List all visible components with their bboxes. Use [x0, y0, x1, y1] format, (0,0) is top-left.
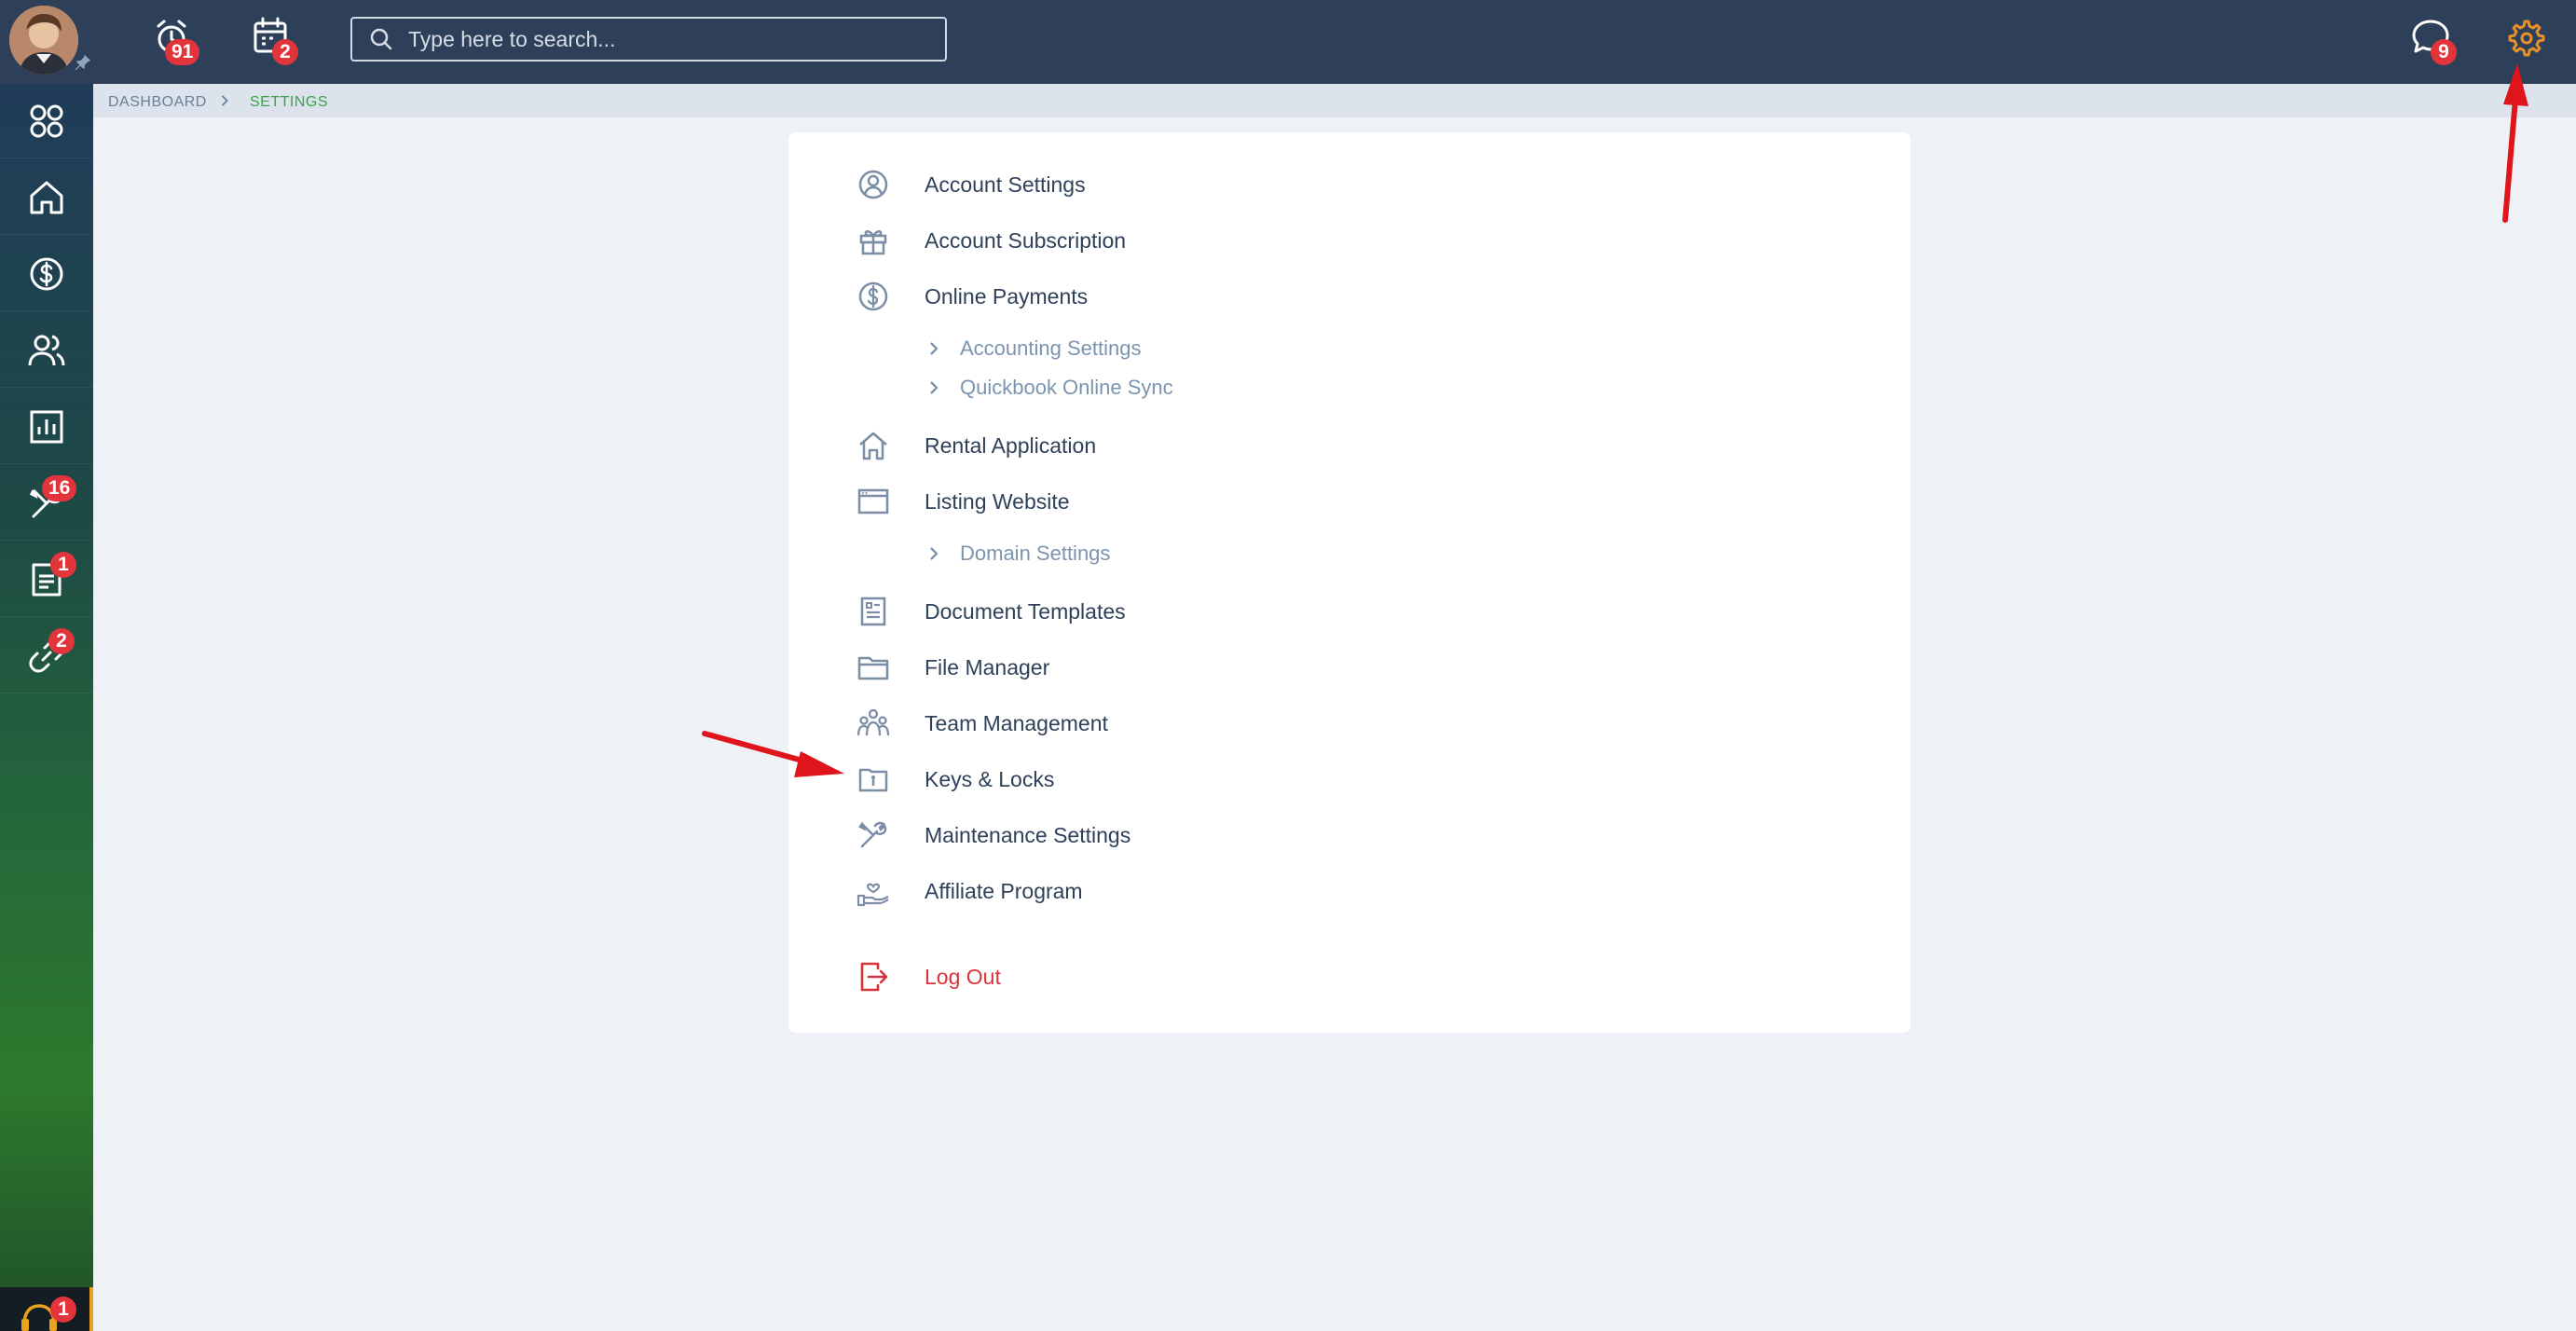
- sidebar-item-documents[interactable]: [0, 542, 93, 617]
- submenu-label: Accounting Settings: [960, 336, 1142, 360]
- sidebar: 16 1 2: [0, 84, 93, 1331]
- menu-label: Log Out: [925, 964, 1001, 989]
- user-circle-icon: [856, 167, 891, 202]
- menu-label: Affiliate Program: [925, 878, 1083, 903]
- reminders-badge: 91: [165, 39, 200, 65]
- menu-account-subscription[interactable]: Account Subscription: [788, 218, 1254, 263]
- home-icon: [856, 428, 891, 463]
- top-bar: 91 2 9: [0, 0, 2576, 84]
- home-icon: [30, 181, 63, 213]
- support-badge: 1: [50, 1297, 76, 1323]
- document-template-icon: [856, 594, 891, 629]
- tools-icon: [856, 817, 891, 853]
- breadcrumb: DASHBOARD SETTINGS: [93, 84, 2576, 117]
- submenu-label: Quickbook Online Sync: [960, 376, 1173, 399]
- menu-log-out[interactable]: Log Out: [788, 954, 1254, 999]
- menu-document-templates[interactable]: Document Templates: [788, 589, 1254, 634]
- gear-icon: [2508, 20, 2545, 57]
- avatar-image: [9, 6, 78, 75]
- sidebar-item-people[interactable]: [0, 313, 93, 388]
- sidebar-item-apps[interactable]: [0, 84, 93, 158]
- submenu-label: Domain Settings: [960, 542, 1111, 565]
- gift-icon: [856, 223, 891, 258]
- menu-affiliate-program[interactable]: Affiliate Program: [788, 869, 1254, 913]
- pin-icon[interactable]: [73, 52, 93, 73]
- menu-team-management[interactable]: Team Management: [788, 701, 1254, 746]
- chevron-right-icon: [930, 547, 939, 560]
- chevron-right-icon: [221, 95, 228, 106]
- chevron-right-icon: [930, 342, 939, 355]
- integrations-badge: 2: [48, 628, 75, 654]
- menu-label: File Manager: [925, 654, 1050, 679]
- menu-label: Listing Website: [925, 488, 1070, 514]
- dollar-circle-icon: [30, 257, 63, 290]
- maintenance-badge: 16: [42, 475, 77, 501]
- search-box[interactable]: [350, 17, 947, 62]
- menu-label: Team Management: [925, 710, 1108, 735]
- search-icon: [370, 28, 392, 50]
- hand-heart-icon: [856, 873, 891, 909]
- people-icon: [28, 335, 65, 365]
- folder-icon: [856, 650, 891, 685]
- team-icon: [856, 706, 891, 741]
- submenu-accounting-settings[interactable]: Accounting Settings: [925, 330, 1141, 367]
- apps-grid-icon: [30, 104, 63, 137]
- menu-maintenance-settings[interactable]: Maintenance Settings: [788, 813, 1254, 858]
- sidebar-item-payments[interactable]: [0, 237, 93, 311]
- chevron-right-icon: [930, 381, 939, 394]
- menu-label: Keys & Locks: [925, 766, 1055, 791]
- menu-rental-application[interactable]: Rental Application: [788, 423, 1254, 468]
- menu-online-payments[interactable]: Online Payments: [788, 274, 1254, 319]
- sidebar-item-reports[interactable]: [0, 390, 93, 464]
- breadcrumb-dashboard[interactable]: DASHBOARD: [108, 94, 207, 111]
- menu-label: Account Settings: [925, 172, 1086, 197]
- dollar-circle-icon: [856, 279, 891, 314]
- settings-button[interactable]: [2505, 17, 2546, 58]
- support-button[interactable]: 1: [0, 1287, 91, 1331]
- menu-label: Account Subscription: [925, 227, 1127, 253]
- calendar-badge: 2: [272, 39, 298, 65]
- breadcrumb-settings: SETTINGS: [250, 94, 329, 110]
- user-avatar[interactable]: [9, 6, 78, 75]
- key-box-icon: [856, 762, 891, 797]
- menu-keys-locks[interactable]: Keys & Locks: [788, 757, 1254, 802]
- menu-label: Online Payments: [925, 283, 1089, 309]
- logout-icon: [856, 959, 891, 995]
- menu-label: Rental Application: [925, 432, 1097, 458]
- menu-account-settings[interactable]: Account Settings: [788, 162, 1254, 207]
- submenu-quickbook-sync[interactable]: Quickbook Online Sync: [925, 369, 1173, 406]
- messages-badge: 9: [2431, 39, 2457, 65]
- search-input[interactable]: [408, 19, 945, 60]
- sidebar-item-integrations[interactable]: [0, 619, 93, 693]
- sidebar-item-home[interactable]: [0, 160, 93, 235]
- settings-menu-card: Account Settings Account Subscription On…: [788, 132, 1911, 1033]
- menu-label: Maintenance Settings: [925, 822, 1131, 847]
- bar-chart-icon: [30, 410, 63, 443]
- support-edge: [89, 1287, 93, 1331]
- documents-badge: 1: [50, 552, 76, 578]
- browser-window-icon: [856, 484, 891, 519]
- menu-file-manager[interactable]: File Manager: [788, 645, 1254, 690]
- submenu-domain-settings[interactable]: Domain Settings: [925, 535, 1110, 572]
- menu-label: Document Templates: [925, 598, 1126, 624]
- menu-listing-website[interactable]: Listing Website: [788, 479, 1254, 524]
